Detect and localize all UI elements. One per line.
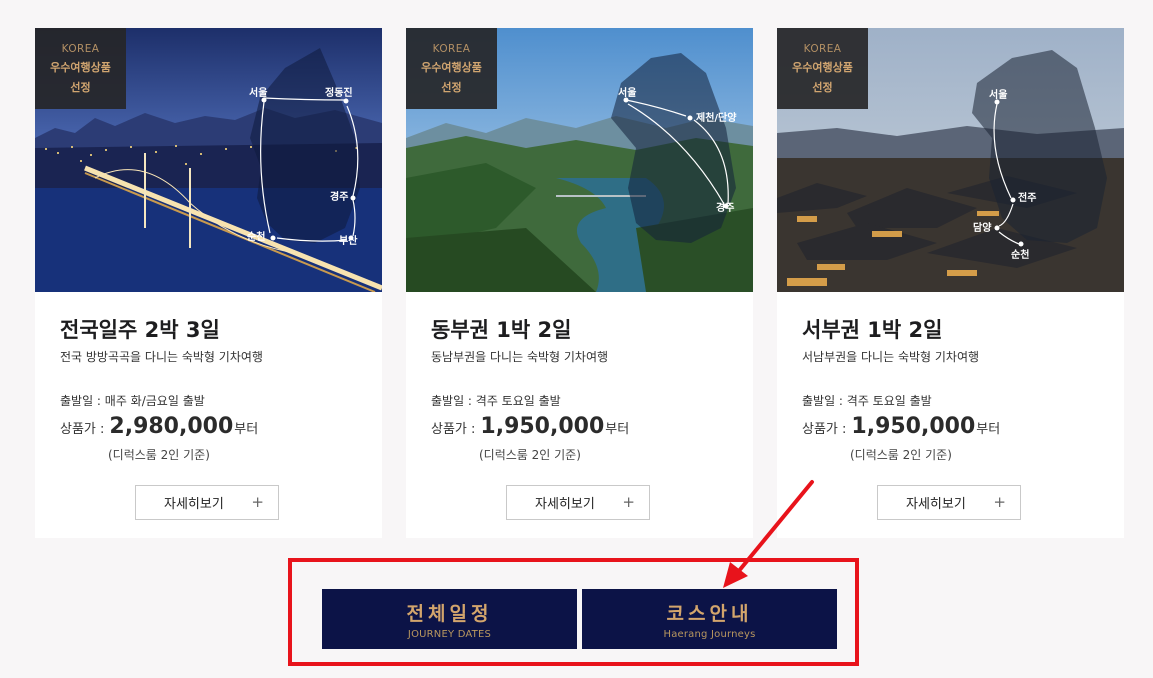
journey-dates-button[interactable]: 전체일정 JOURNEY DATES xyxy=(322,589,577,649)
haerang-journeys-label-en: Haerang Journeys xyxy=(663,628,756,640)
journey-dates-label-en: JOURNEY DATES xyxy=(407,628,492,640)
haerang-journeys-button[interactable]: 코스안내 Haerang Journeys xyxy=(582,589,837,649)
journey-dates-label-ko: 전체일정 xyxy=(406,602,493,625)
haerang-journeys-label-ko: 코스안내 xyxy=(666,602,753,625)
